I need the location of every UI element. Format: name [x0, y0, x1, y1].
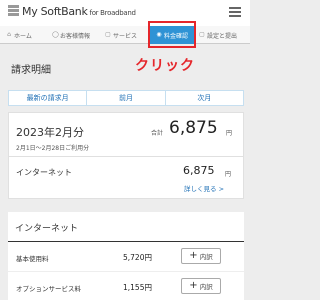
- hamburger-menu-icon[interactable]: [229, 7, 241, 17]
- user-icon: ◯: [52, 31, 59, 38]
- nav-label-settings: 設定と提出: [207, 32, 238, 40]
- plus-icon: +: [189, 250, 198, 261]
- internet-breakdown-section: インターネット 基本使用料 5,720円 + 内訳 オプションサービス料 1,15…: [8, 212, 244, 300]
- header: My SoftBank for Broadband: [0, 0, 250, 26]
- nav-item-customer[interactable]: ◯ お客様情報: [52, 26, 100, 44]
- breakdown-button-option[interactable]: + 内訳: [181, 278, 221, 294]
- document-icon: ▢: [199, 31, 205, 38]
- usage-period: 2月1日〜2月28日ご利用分: [16, 145, 90, 152]
- tab-latest-month[interactable]: 最新の請求月: [9, 91, 88, 105]
- softbank-logo-icon: [8, 5, 19, 16]
- total-amount: 6,875: [169, 118, 218, 138]
- internet-unit: 円: [225, 171, 232, 178]
- nav-item-home[interactable]: ⌂ ホーム: [6, 26, 46, 44]
- internet-label: インターネット: [16, 168, 72, 177]
- internet-amount: 6,875: [183, 164, 215, 177]
- breakdown-button-basic[interactable]: + 内訳: [181, 248, 221, 264]
- main-nav: ⌂ ホーム ◯ お客様情報 ▢ サービス ◉ 料金確認 ▢ 設定と提出: [0, 26, 250, 44]
- document-icon: ▢: [105, 31, 111, 38]
- fee-name-option: オプションサービス料: [16, 285, 81, 293]
- brand-name[interactable]: My SoftBank for Broadband: [22, 5, 136, 18]
- brand-sub: for Broadband: [89, 9, 136, 17]
- page-title: 請求明細: [11, 65, 51, 76]
- total-unit: 円: [226, 130, 233, 137]
- total-label: 合計: [151, 130, 164, 137]
- home-icon: ⌂: [7, 31, 11, 38]
- breakdown-button-label: 内訳: [199, 253, 213, 261]
- internet-charge-row: インターネット 6,875 円 詳しく見る >: [8, 157, 244, 199]
- nav-label-home: ホーム: [14, 32, 32, 40]
- fee-amount-basic: 5,720円: [123, 253, 152, 262]
- tab-next-month[interactable]: 次月: [166, 91, 243, 105]
- month-tabs: 最新の請求月 前月 次月: [8, 90, 244, 106]
- fee-name-basic: 基本使用料: [16, 255, 49, 263]
- nav-label-service: サービス: [113, 32, 138, 40]
- billing-month: 2023年2月分: [16, 126, 84, 139]
- plus-icon: +: [189, 280, 198, 291]
- nav-item-settings[interactable]: ▢ 設定と提出: [199, 26, 249, 44]
- nav-item-service[interactable]: ▢ サービス: [105, 26, 145, 44]
- fee-row-basic: 基本使用料 5,720円 + 内訳: [8, 242, 244, 272]
- detail-link[interactable]: 詳しく見る >: [184, 183, 224, 193]
- annotation-click-label: クリック: [135, 58, 195, 74]
- breakdown-button-label: 内訳: [199, 283, 213, 291]
- nav-label-customer: お客様情報: [60, 32, 91, 40]
- annotation-highlight-box: [148, 21, 196, 48]
- page: My SoftBank for Broadband ⌂ ホーム ◯ お客様情報 ▢ サー…: [0, 0, 250, 300]
- billing-summary-card: 2023年2月分 2月1日〜2月28日ご利用分 合計 6,875 円: [8, 112, 244, 157]
- tab-previous-month[interactable]: 前月: [87, 91, 166, 105]
- fee-row-option: オプションサービス料 1,155円 + 内訳: [8, 272, 244, 300]
- breakdown-title: インターネット: [15, 224, 79, 234]
- fee-amount-option: 1,155円: [123, 283, 152, 292]
